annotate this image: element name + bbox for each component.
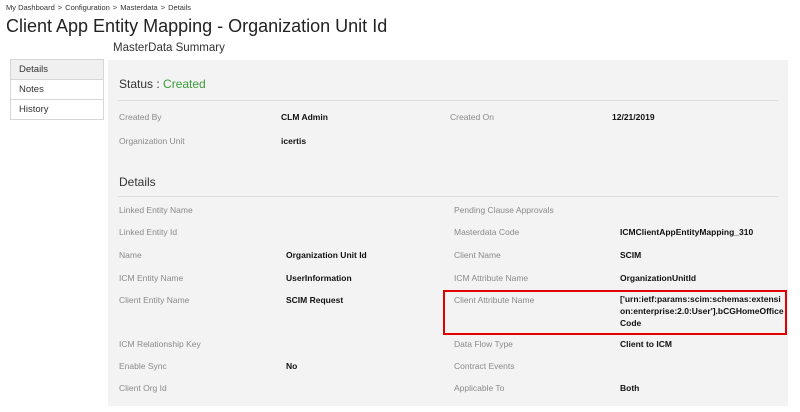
linked-entity-name-label: Linked Entity Name	[119, 205, 193, 215]
org-unit-label: Organization Unit	[119, 136, 185, 146]
icm-attribute-name-label: ICM Attribute Name	[454, 273, 529, 283]
masterdata-code-value: ICMClientAppEntityMapping_310	[620, 227, 754, 237]
contract-events-label: Contract Events	[454, 361, 515, 371]
created-by-value: CLM Admin	[281, 112, 328, 122]
page-title: Client App Entity Mapping - Organization…	[6, 16, 388, 36]
masterdata-summary-panel: Status : Created Created By CLM Admin Cr…	[108, 60, 788, 406]
applicable-to-label: Applicable To	[454, 383, 505, 393]
breadcrumb-item-details: Details	[168, 3, 192, 12]
breadcrumb-separator: >	[57, 3, 63, 12]
created-on-label: Created On	[450, 112, 494, 122]
breadcrumb-item-dashboard[interactable]: My Dashboard	[6, 3, 55, 12]
breadcrumb-separator: >	[160, 3, 166, 12]
side-nav: Details Notes History	[10, 59, 104, 120]
side-nav-item-history[interactable]: History	[11, 100, 103, 119]
side-nav-item-notes[interactable]: Notes	[11, 80, 103, 100]
status-label: Status :	[119, 77, 160, 91]
applicable-to-value: Both	[620, 383, 640, 393]
icm-entity-name-label: ICM Entity Name	[119, 273, 184, 283]
breadcrumb: My Dashboard > Configuration > Masterdata > De…	[6, 3, 191, 12]
highlight-box	[443, 290, 787, 335]
pending-clause-approvals-label: Pending Clause Approvals	[454, 205, 554, 215]
masterdata-code-label: Masterdata Code	[454, 227, 520, 237]
breadcrumb-item-configuration[interactable]: Configuration	[65, 3, 110, 12]
enable-sync-value: No	[286, 361, 298, 371]
linked-entity-id-label: Linked Entity Id	[119, 227, 178, 237]
status-line: Status : Created	[119, 77, 206, 91]
icm-attribute-name-value: OrganizationUnitId	[620, 273, 697, 283]
org-unit-value: icertis	[281, 136, 307, 146]
icm-relationship-key-label: ICM Relationship Key	[119, 339, 201, 349]
side-nav-item-details[interactable]: Details	[11, 60, 103, 80]
created-by-label: Created By	[119, 112, 162, 122]
page-subtitle: MasterData Summary	[113, 42, 225, 54]
status-value: Created	[163, 77, 206, 91]
name-label: Name	[119, 250, 142, 260]
client-name-label: Client Name	[454, 250, 501, 260]
enable-sync-label: Enable Sync	[119, 361, 167, 371]
client-entity-name-label: Client Entity Name	[119, 295, 190, 305]
client-name-value: SCIM	[620, 250, 642, 260]
data-flow-type-value: Client to ICM	[620, 339, 672, 349]
divider	[118, 100, 778, 101]
data-flow-type-label: Data Flow Type	[454, 339, 513, 349]
breadcrumb-separator: >	[112, 3, 118, 12]
client-entity-name-value: SCIM Request	[286, 295, 344, 305]
icm-entity-name-value: UserInformation	[286, 273, 352, 283]
client-org-id-label: Client Org Id	[119, 383, 167, 393]
divider	[118, 196, 778, 197]
breadcrumb-item-masterdata[interactable]: Masterdata	[120, 3, 158, 12]
name-value: Organization Unit Id	[286, 250, 367, 260]
details-section-title: Details	[119, 175, 156, 189]
created-on-value: 12/21/2019	[612, 112, 655, 122]
